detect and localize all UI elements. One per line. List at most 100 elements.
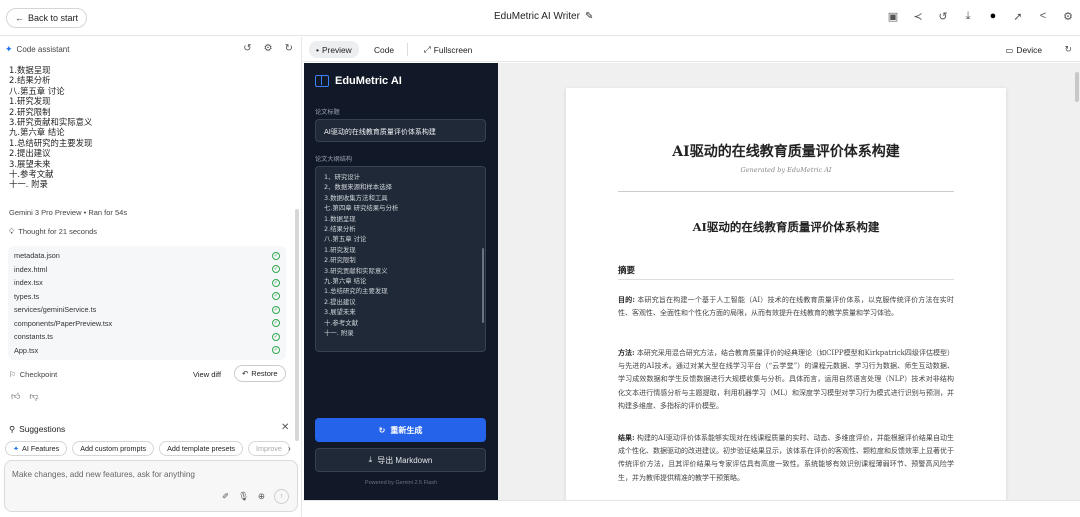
- regenerate-button[interactable]: ↻ 重新生成: [315, 418, 486, 442]
- preview-scrollbar[interactable]: [1075, 72, 1079, 102]
- outline-line: 十.参考文献: [324, 318, 358, 327]
- check-icon: ✓: [272, 305, 280, 314]
- brand-name: EduMetric AI: [335, 75, 402, 87]
- back-label: Back to start: [28, 13, 79, 23]
- outline-line: 2.结果分析: [9, 75, 51, 86]
- magic-wand-icon[interactable]: ✐: [222, 491, 229, 502]
- file-name: constants.ts: [14, 332, 53, 342]
- file-name: metadata.json: [14, 251, 60, 261]
- outline-scrollbar[interactable]: [482, 248, 484, 323]
- app-title-text: EduMetric AI Writer: [494, 11, 580, 22]
- send-button[interactable]: ↑: [274, 489, 289, 504]
- chip-add-custom-prompts[interactable]: Add custom prompts: [72, 441, 155, 456]
- file-row[interactable]: types.ts ✓: [14, 290, 280, 304]
- thumbs-up-icon[interactable]: 👍︎: [11, 391, 20, 402]
- download-icon: ⤓: [368, 455, 373, 464]
- restore-button[interactable]: ↶ Restore: [234, 365, 286, 382]
- check-icon: ✓: [272, 346, 280, 355]
- check-icon: ✓: [272, 265, 280, 274]
- github-icon[interactable]: ●: [987, 10, 999, 23]
- refresh-icon[interactable]: ↻: [1064, 44, 1072, 55]
- book-icon: [315, 75, 329, 87]
- outline-line: 八.第五章 讨论: [9, 85, 65, 96]
- fullscreen-button[interactable]: ⤢ Fullscreen: [417, 41, 479, 58]
- tab-code[interactable]: Code: [367, 41, 401, 58]
- gear-icon[interactable]: ⚙: [264, 43, 273, 54]
- abstract-results: 结果: 构建的AI驱动评价体系能够实现对在线课程质量的实时、动态、多维度评价，并…: [618, 431, 954, 485]
- brand: EduMetric AI: [315, 75, 402, 87]
- share-icon[interactable]: <: [1037, 10, 1049, 23]
- abstract-purpose: 目的: 本研究旨在构建一个基于人工智能（AI）技术的在线教育质量评价体系，以克服…: [618, 293, 954, 320]
- history-icon[interactable]: ↺: [937, 10, 949, 23]
- paper-heading: AI驱动的在线教育质量评价体系构建: [692, 220, 880, 234]
- deploy-rocket-icon[interactable]: ➚: [1012, 10, 1024, 23]
- divider: [618, 191, 954, 192]
- lightbulb-icon: 💡︎: [9, 227, 15, 236]
- thumbs-down-icon[interactable]: 👎︎: [29, 391, 38, 402]
- outline-textarea[interactable]: 1、研究设计 2、数据来源和样本选择 3.数据收集方法和工具 七.第四章 研究结…: [315, 166, 486, 352]
- add-icon[interactable]: ⊕: [258, 491, 265, 502]
- share-nodes-icon[interactable]: ≺: [912, 10, 924, 23]
- chip-add-template-presets[interactable]: Add template presets: [159, 441, 244, 456]
- export-markdown-button[interactable]: ⤓ 导出 Markdown: [315, 448, 486, 472]
- flag-icon: ⚐: [9, 370, 16, 379]
- paper-title-input[interactable]: AI驱动的在线教育质量评价体系构建: [315, 119, 486, 142]
- chip-label: Add custom prompts: [80, 444, 147, 453]
- export-label: 导出 Markdown: [377, 455, 433, 465]
- file-row[interactable]: constants.ts ✓: [14, 330, 280, 344]
- outline-line: 十一. 附录: [324, 329, 354, 338]
- chip-improve[interactable]: Improve: [248, 441, 290, 456]
- settings-sliders-icon[interactable]: ⚙: [1062, 10, 1074, 23]
- app-title: EduMetric AI Writer ✎: [494, 11, 593, 22]
- changed-files-list: metadata.json ✓ index.html ✓ index.tsx ✓ ty…: [8, 246, 286, 360]
- outline-line: 1.研究发现: [9, 96, 51, 107]
- check-icon: ✓: [272, 278, 280, 287]
- file-row[interactable]: services/geminiService.ts ✓: [14, 303, 280, 317]
- assistant-title: Code assistant: [16, 45, 70, 54]
- device-icon: ▭: [1005, 45, 1014, 55]
- file-row[interactable]: index.tsx ✓: [14, 276, 280, 290]
- top-actions: ▣ ≺ ↺ ⤓ ● ➚ < ⚙: [887, 10, 1074, 23]
- file-row[interactable]: index.html ✓: [14, 263, 280, 277]
- method-text: 本研究采用混合研究方法，结合教育质量评价的经典理论（如CIPP模型和Kirkpa…: [618, 349, 954, 410]
- back-to-start-button[interactable]: ← Back to start: [6, 8, 88, 28]
- thought-toggle[interactable]: 💡︎ Thought for 21 seconds: [9, 227, 97, 237]
- purpose-text: 本研究旨在构建一个基于人工智能（AI）技术的在线教育质量评价体系，以克服传统评价…: [618, 296, 954, 318]
- file-name: components/PaperPreview.tsx: [14, 318, 113, 328]
- paper-title: AI驱动的在线教育质量评价体系构建: [672, 144, 900, 160]
- device-button[interactable]: ▭ Device: [1005, 45, 1042, 55]
- file-row[interactable]: metadata.json ✓: [14, 249, 280, 263]
- undo-icon: ↶: [242, 369, 249, 378]
- outline-line: 1.数据呈现: [324, 214, 356, 223]
- run-info: Gemini 3 Pro Preview • Ran for 54s: [9, 208, 128, 217]
- save-icon[interactable]: ▣: [887, 10, 899, 23]
- prompt-input[interactable]: Make changes, add new features, ask for …: [4, 460, 298, 512]
- outline-line: 1.总结研究的主要发现: [9, 137, 93, 148]
- assistant-scrollbar[interactable]: [295, 209, 299, 441]
- microphone-icon[interactable]: 🎙︎: [238, 491, 249, 502]
- history-icon[interactable]: ↺: [243, 43, 251, 54]
- close-icon[interactable]: ✕: [281, 422, 289, 433]
- outline-line: 十.参考文献: [9, 169, 54, 180]
- outline-label: 论文大纲结构: [315, 156, 353, 163]
- results-label: 结果:: [618, 433, 635, 442]
- assistant-tools: ↺ ⚙ ↻: [243, 43, 293, 54]
- file-name: index.html: [14, 264, 48, 274]
- file-row[interactable]: components/PaperPreview.tsx ✓: [14, 317, 280, 331]
- method-label: 方法:: [618, 348, 635, 357]
- check-icon: ✓: [272, 332, 280, 341]
- bottom-strip: [303, 500, 1080, 517]
- check-icon: ✓: [272, 319, 280, 328]
- refresh-icon[interactable]: ↻: [285, 43, 293, 54]
- top-bar: ← Back to start EduMetric AI Writer ✎ ▣ …: [0, 0, 1080, 36]
- tab-preview[interactable]: • Preview: [309, 41, 359, 58]
- file-row[interactable]: App.tsx ✓: [14, 344, 280, 358]
- pencil-icon[interactable]: ✎: [585, 11, 593, 22]
- chip-ai-features[interactable]: ✦ AI Features: [5, 441, 68, 456]
- outline-line: 2、数据来源和样本选择: [324, 183, 392, 192]
- chevron-right-icon[interactable]: ›: [288, 444, 291, 453]
- regenerate-label: 重新生成: [390, 425, 423, 435]
- view-diff-button[interactable]: View diff: [193, 370, 221, 379]
- divider: [618, 279, 954, 280]
- download-icon[interactable]: ⤓: [962, 10, 974, 23]
